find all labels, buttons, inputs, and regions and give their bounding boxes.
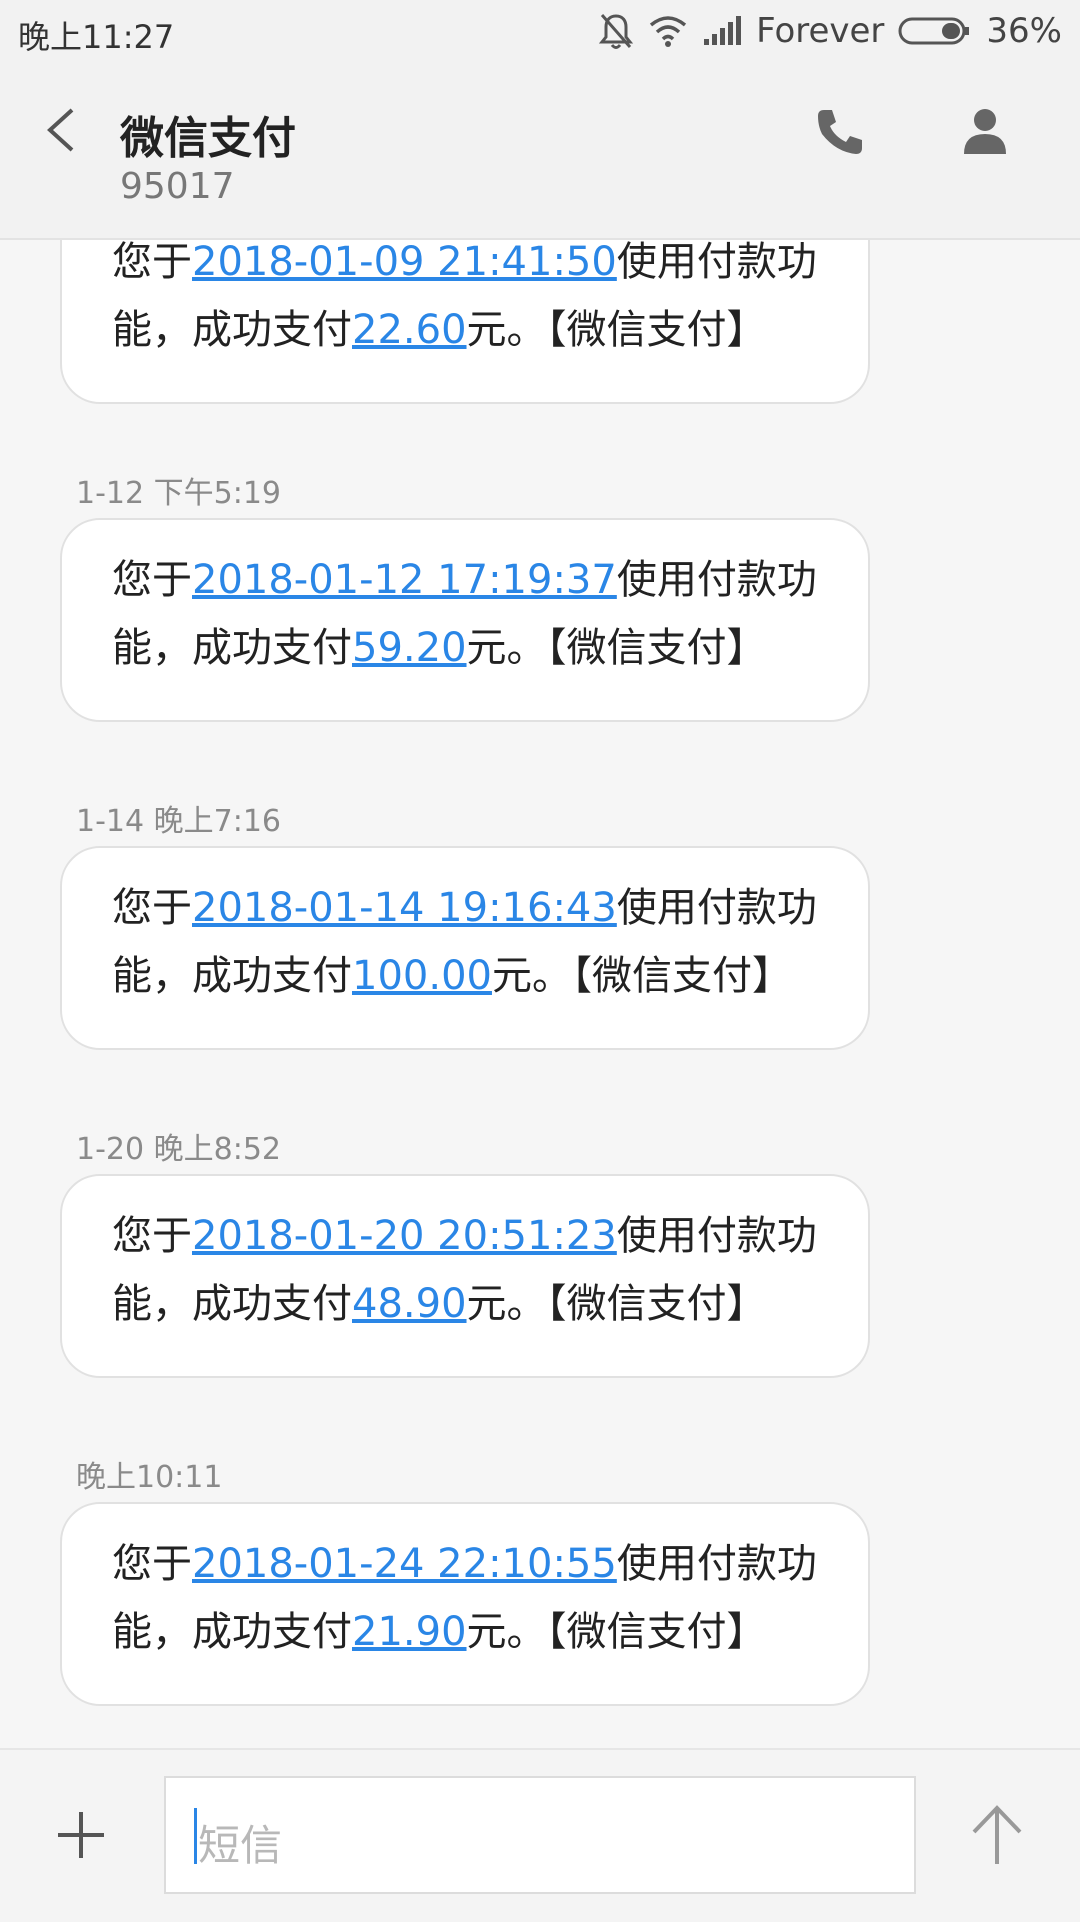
battery-percent: 36% [986,11,1062,51]
message-text: 元。【微信支付】 [491,953,792,999]
message-bubble[interactable]: 您于2018-01-24 22:10:55使用付款功能，成功支付21.90元。【… [60,1502,870,1706]
message-datetime-link[interactable]: 2018-01-14 19:16:43 [192,885,617,931]
message-text: 元。【微信支付】 [466,1609,767,1655]
message-timestamp: 1-14 晚上7:16 [76,804,281,839]
message-amount-link[interactable]: 59.20 [352,625,467,671]
sms-input-placeholder: 短信 [198,1821,283,1870]
message-bubble[interactable]: 您于2018-01-09 21:41:50使用付款功能，成功支付22.60元。【… [60,240,870,404]
message-amount-link[interactable]: 21.90 [352,1609,467,1655]
message-text: 您于 [112,240,192,285]
message-text: 元。【微信支付】 [466,1281,767,1327]
message-datetime-link[interactable]: 2018-01-20 20:51:23 [192,1213,617,1259]
back-arrow-icon[interactable] [40,102,84,158]
message-datetime-link[interactable]: 2018-01-09 21:41:50 [192,240,617,285]
plus-icon[interactable] [56,1810,106,1860]
conversation-header: 微信支付 95017 [0,62,1080,240]
message-text: 元。【微信支付】 [466,625,767,671]
message-text: 您于 [112,557,192,603]
carrier-name: Forever [756,11,885,51]
status-bar: 晚上11:27 Forever 36% [0,0,1080,62]
message-amount-link[interactable]: 100.00 [352,953,492,999]
message-bubble[interactable]: 您于2018-01-12 17:19:37使用付款功能，成功支付59.20元。【… [60,518,870,722]
text-cursor [194,1808,197,1864]
signal-icon [702,15,742,47]
message-amount-link[interactable]: 22.60 [352,307,467,353]
message-bubble[interactable]: 您于2018-01-14 19:16:43使用付款功能，成功支付100.00元。… [60,846,870,1050]
message-bubble[interactable]: 您于2018-01-20 20:51:23使用付款功能，成功支付48.90元。【… [60,1174,870,1378]
status-right: Forever 36% [598,8,1062,54]
message-text: 元。【微信支付】 [466,307,767,353]
message-datetime-link[interactable]: 2018-01-24 22:10:55 [192,1541,617,1587]
message-text: 您于 [112,1213,192,1259]
status-time: 晚上11:27 [18,18,175,56]
phone-icon[interactable] [812,104,868,160]
compose-bar: 短信 [0,1748,1080,1922]
message-text: 您于 [112,1541,192,1587]
wifi-icon [648,14,688,48]
message-datetime-link[interactable]: 2018-01-12 17:19:37 [192,557,617,603]
sms-input[interactable]: 短信 [164,1776,916,1894]
send-arrow-icon[interactable] [970,1804,1024,1868]
message-amount-link[interactable]: 48.90 [352,1281,467,1327]
contact-person-icon[interactable] [960,104,1010,160]
contact-number: 95017 [120,166,235,207]
battery-icon [898,16,972,46]
contact-name: 微信支付 [120,113,296,164]
message-timestamp: 1-12 下午5:19 [76,476,281,511]
message-timestamp: 1-20 晚上8:52 [76,1132,281,1167]
bell-off-icon [598,11,634,51]
message-text: 您于 [112,885,192,931]
message-thread[interactable]: 您于2018-01-09 21:41:50使用付款功能，成功支付22.60元。【… [0,240,1080,1748]
message-timestamp: 晚上10:11 [76,1460,223,1495]
